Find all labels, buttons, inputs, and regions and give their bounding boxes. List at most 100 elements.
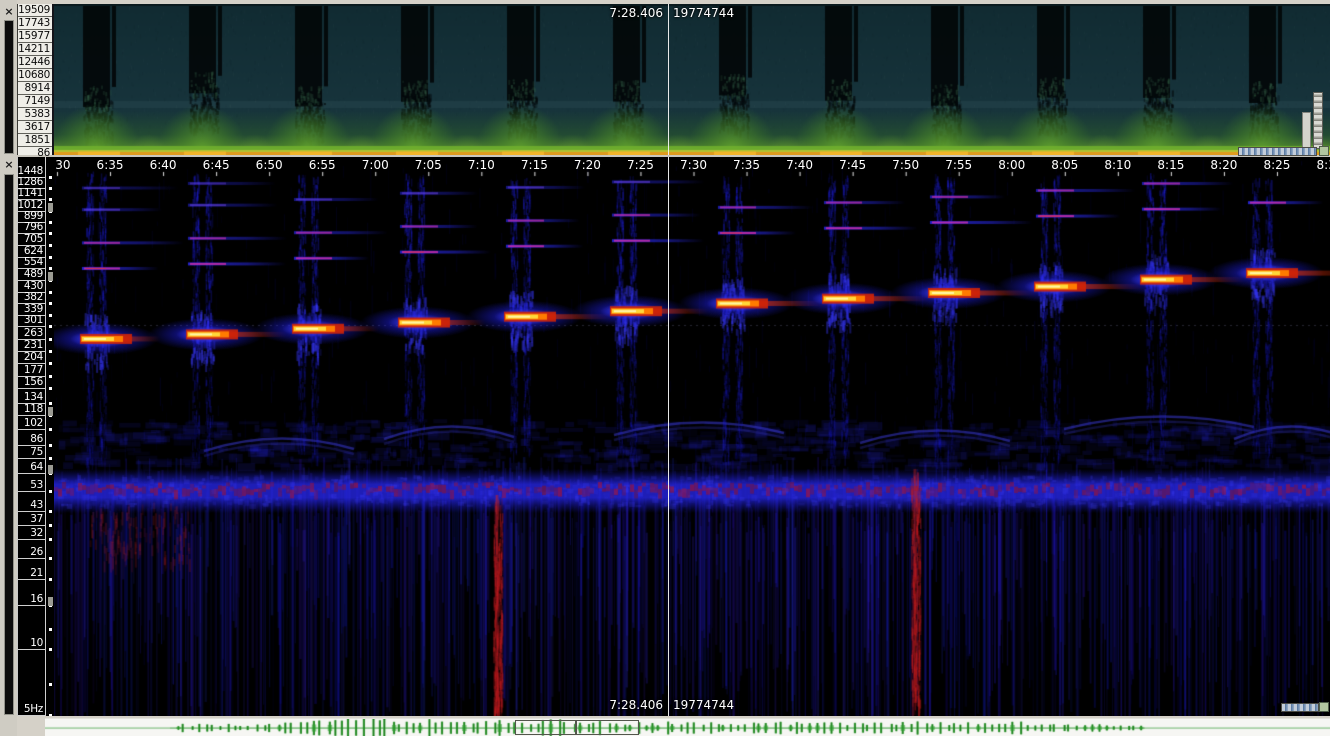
frequency-tick-label: 10: [18, 606, 46, 650]
frequency-tick-label: 86: [18, 430, 46, 446]
time-tick-label: 8:25: [1263, 158, 1290, 172]
frequency-tick-mark: [49, 683, 52, 686]
frequency-tick-label: 204: [18, 352, 46, 364]
frequency-gray-marker: [48, 597, 53, 606]
frequency-tick-label: 5383: [18, 108, 52, 121]
time-tick-label: 7:55: [945, 158, 972, 172]
frequency-tick-label: 26: [18, 540, 46, 559]
frequency-tick-label: 10680: [18, 69, 52, 82]
playback-cursor-line-top: [668, 4, 669, 155]
frequency-tick-label: 301: [18, 316, 46, 327]
overview-view-region-box[interactable]: [515, 720, 577, 735]
frequency-tick-mark: [49, 291, 52, 294]
overview-waveform-canvas[interactable]: [45, 719, 1330, 736]
frequency-tick-mark: [49, 387, 52, 390]
time-tick-label: 8:20: [1210, 158, 1237, 172]
time-ruler: 6:306:356:406:456:506:557:007:057:107:15…: [54, 158, 1330, 174]
frequency-tick-mark: [49, 444, 52, 447]
time-tick-label: 7:05: [415, 158, 442, 172]
frequency-tick-mark: [49, 524, 52, 527]
main-frequency-scale[interactable]: 1448128611411012899796705624554489430382…: [17, 157, 54, 716]
frequency-tick-label: 64: [18, 459, 46, 474]
time-tick-label: 8:15: [1157, 158, 1184, 172]
window-frame-top: [0, 0, 1330, 4]
frequency-gray-marker: [48, 272, 53, 281]
frequency-tick-label: 5Hz: [18, 650, 46, 716]
frequency-tick-label: 134: [18, 389, 46, 404]
frequency-tick-label: 14211: [18, 43, 52, 56]
frequency-tick-mark: [49, 338, 52, 341]
time-tick-label: 8:10: [1104, 158, 1131, 172]
time-tick-label: 7:40: [786, 158, 813, 172]
frequency-tick-mark: [49, 578, 52, 581]
frequency-tick-label: 17743: [18, 17, 52, 30]
time-tick-label: 7:10: [468, 158, 495, 172]
cursor-time-readout-top: 7:28.406: [553, 6, 663, 20]
frequency-gray-marker: [48, 407, 53, 416]
frequency-tick-mark: [49, 256, 52, 259]
global-overview-strip[interactable]: [45, 718, 1330, 736]
time-tick-label: 8:05: [1051, 158, 1078, 172]
frequency-tick-mark: [49, 428, 52, 431]
frequency-tick-mark: [49, 302, 52, 305]
frequency-tick-label: 7149: [18, 95, 52, 108]
time-tick-label: 7:15: [521, 158, 548, 172]
top-pane-zoom-reset-button[interactable]: [1319, 146, 1329, 156]
frequency-tick-mark: [49, 490, 52, 493]
frequency-tick-mark: [49, 648, 52, 651]
time-tick-label: 6:40: [150, 158, 177, 172]
main-pane-vertical-scrollbar[interactable]: [4, 174, 14, 715]
cursor-sample-readout-main: 19774744: [673, 698, 734, 712]
time-tick-label: 7:30: [680, 158, 707, 172]
frequency-tick-label: 1851: [18, 134, 52, 147]
top-pane-vertical-thumbwheel[interactable]: [1313, 92, 1323, 149]
frequency-tick-mark: [49, 314, 52, 317]
time-tick-label: 8:30: [1317, 158, 1330, 172]
top-pane-horizontal-thumbwheel[interactable]: [1238, 147, 1317, 156]
top-pane-vertical-scrollbar[interactable]: [4, 20, 14, 154]
time-tick-label: 7:35: [733, 158, 760, 172]
top-spectrogram-canvas[interactable]: [54, 4, 1330, 155]
main-pane-horizontal-thumbwheel[interactable]: [1281, 703, 1319, 712]
frequency-tick-label: 32: [18, 526, 46, 540]
close-pane-icon[interactable]: ×: [3, 159, 15, 171]
frequency-tick-mark: [49, 628, 52, 631]
frequency-tick-label: 1448: [18, 157, 46, 178]
frequency-tick-mark: [49, 350, 52, 353]
main-pane-zoom-reset-button[interactable]: [1319, 702, 1329, 712]
frequency-tick-label: 156: [18, 377, 46, 389]
top-pane-vertical-zoom-bar[interactable]: [1302, 112, 1311, 150]
frequency-tick-mark: [49, 232, 52, 235]
frequency-tick-mark: [49, 244, 52, 247]
close-pane-icon[interactable]: ×: [3, 6, 15, 18]
frequency-tick-mark: [49, 510, 52, 513]
frequency-tick-mark: [49, 187, 52, 190]
frequency-tick-mark: [49, 267, 52, 270]
time-tick-label: 7:00: [362, 158, 389, 172]
frequency-gray-marker: [48, 203, 53, 212]
frequency-tick-mark: [49, 557, 52, 560]
frequency-tick-label: 75: [18, 446, 46, 459]
top-frequency-scale[interactable]: 1950917743159771421112446106808914714953…: [17, 4, 54, 155]
frequency-tick-mark: [49, 538, 52, 541]
frequency-gray-marker: [48, 465, 53, 474]
time-tick-label: 6:55: [309, 158, 336, 172]
time-tick-label: 6:30: [54, 158, 70, 172]
frequency-tick-mark: [49, 402, 52, 405]
frequency-tick-label: 15977: [18, 30, 52, 43]
frequency-tick-mark: [49, 221, 52, 224]
time-tick-label: 6:35: [97, 158, 124, 172]
cursor-time-readout-main: 7:28.406: [553, 698, 663, 712]
frequency-tick-label: 118: [18, 404, 46, 416]
frequency-tick-mark: [49, 375, 52, 378]
time-tick-label: 7:45: [839, 158, 866, 172]
spectrogram-app-window: × × 195091774315977142111244610680891471…: [0, 0, 1330, 736]
overview-view-region-box[interactable]: [575, 720, 639, 735]
playback-cursor-line-main: [668, 157, 669, 716]
time-tick-label: 7:25: [627, 158, 654, 172]
time-tick-label: 7:20: [574, 158, 601, 172]
main-spectrogram-canvas[interactable]: [54, 157, 1330, 716]
frequency-tick-label: 8914: [18, 82, 52, 95]
frequency-tick-label: 53: [18, 474, 46, 492]
frequency-tick-mark: [49, 457, 52, 460]
